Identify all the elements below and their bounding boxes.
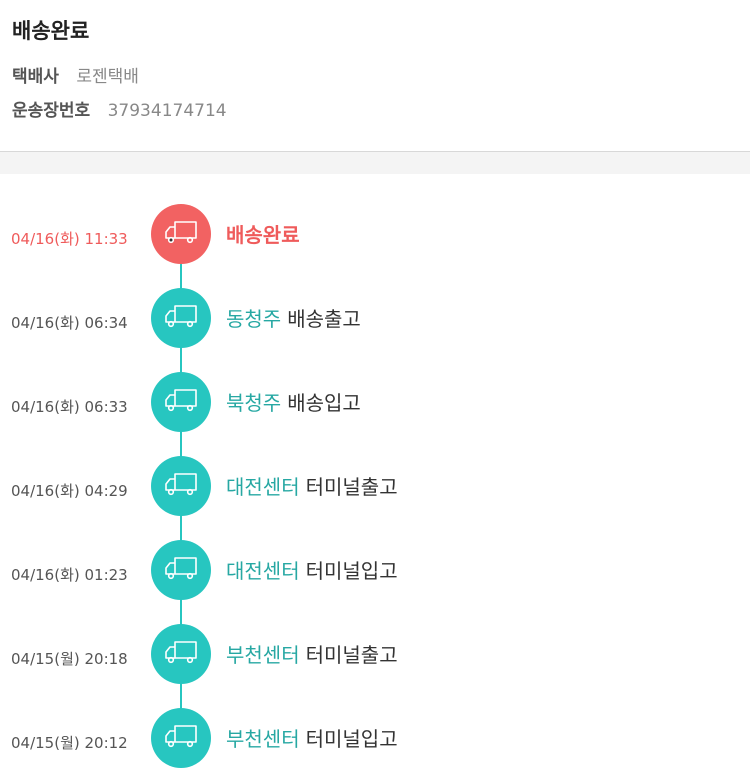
section-gap xyxy=(0,152,750,174)
event-time: 04/16(화) 11:33 xyxy=(11,230,128,248)
event-action: 터미널입고 xyxy=(305,727,398,751)
event-description: 대전센터 터미널입고 xyxy=(226,555,398,584)
event-description: 대전센터 터미널출고 xyxy=(226,471,398,500)
event-description: 북청주 배송입고 xyxy=(226,387,361,416)
timeline-event: 04/15(월) 20:18 부천센터 터미널출고 xyxy=(0,624,750,684)
event-action: 터미널입고 xyxy=(305,559,398,583)
event-description: 부천센터 터미널출고 xyxy=(226,639,398,668)
event-action: 배송출고 xyxy=(287,307,361,331)
truck-icon xyxy=(163,386,199,418)
courier-label: 택배사 xyxy=(12,67,59,87)
courier-row: 택배사 로젠택배 xyxy=(12,62,139,87)
event-time: 04/16(화) 06:34 xyxy=(11,314,128,332)
event-action: 터미널출고 xyxy=(305,643,398,667)
timeline-event: 04/16(화) 04:29 대전센터 터미널출고 xyxy=(0,456,750,516)
timeline-event: 04/16(화) 06:33 북청주 배송입고 xyxy=(0,372,750,432)
tracking-timeline: 04/16(화) 11:33 배송완료 04/16(화) 06:34 동청주 배… xyxy=(0,174,750,769)
delivery-status-title: 배송완료 xyxy=(12,19,90,43)
timeline-event: 04/15(월) 20:12 부천센터 터미널입고 xyxy=(0,708,750,768)
event-description: 부천센터 터미널입고 xyxy=(226,723,398,752)
event-description: 동청주 배송출고 xyxy=(226,303,361,332)
delivery-header: 배송완료 택배사 로젠택배 운송장번호 37934174714 xyxy=(0,0,750,151)
timeline-event: 04/16(화) 01:23 대전센터 터미널입고 xyxy=(0,540,750,600)
event-action: 터미널출고 xyxy=(305,475,398,499)
truck-icon xyxy=(163,638,199,670)
event-time: 04/15(월) 20:12 xyxy=(11,734,128,752)
truck-icon xyxy=(163,722,199,754)
event-action: 배송입고 xyxy=(287,391,361,415)
event-time: 04/16(화) 06:33 xyxy=(11,398,128,416)
event-node xyxy=(151,372,211,432)
event-node xyxy=(151,624,211,684)
event-node xyxy=(151,456,211,516)
truck-icon xyxy=(163,470,199,502)
timeline-event: 04/16(화) 06:34 동청주 배송출고 xyxy=(0,288,750,348)
event-node xyxy=(151,204,211,264)
event-location: 대전센터 xyxy=(226,475,300,499)
event-description: 배송완료 xyxy=(226,219,300,248)
event-action: 배송완료 xyxy=(226,223,300,247)
event-time: 04/15(월) 20:18 xyxy=(11,650,128,668)
truck-icon xyxy=(163,554,199,586)
truck-icon xyxy=(163,218,199,250)
event-location: 부천센터 xyxy=(226,727,300,751)
event-time: 04/16(화) 01:23 xyxy=(11,566,128,584)
event-location: 대전센터 xyxy=(226,559,300,583)
event-node xyxy=(151,288,211,348)
event-node xyxy=(151,708,211,768)
waybill-number: 37934174714 xyxy=(107,101,227,121)
timeline-event: 04/16(화) 11:33 배송완료 xyxy=(0,204,750,264)
waybill-label: 운송장번호 xyxy=(12,101,91,121)
waybill-row: 운송장번호 37934174714 xyxy=(12,96,227,121)
truck-icon xyxy=(163,302,199,334)
event-location: 북청주 xyxy=(226,391,282,415)
event-location: 동청주 xyxy=(226,307,282,331)
event-node xyxy=(151,540,211,600)
event-location: 부천센터 xyxy=(226,643,300,667)
courier-value: 로젠택배 xyxy=(76,67,139,87)
event-time: 04/16(화) 04:29 xyxy=(11,482,128,500)
